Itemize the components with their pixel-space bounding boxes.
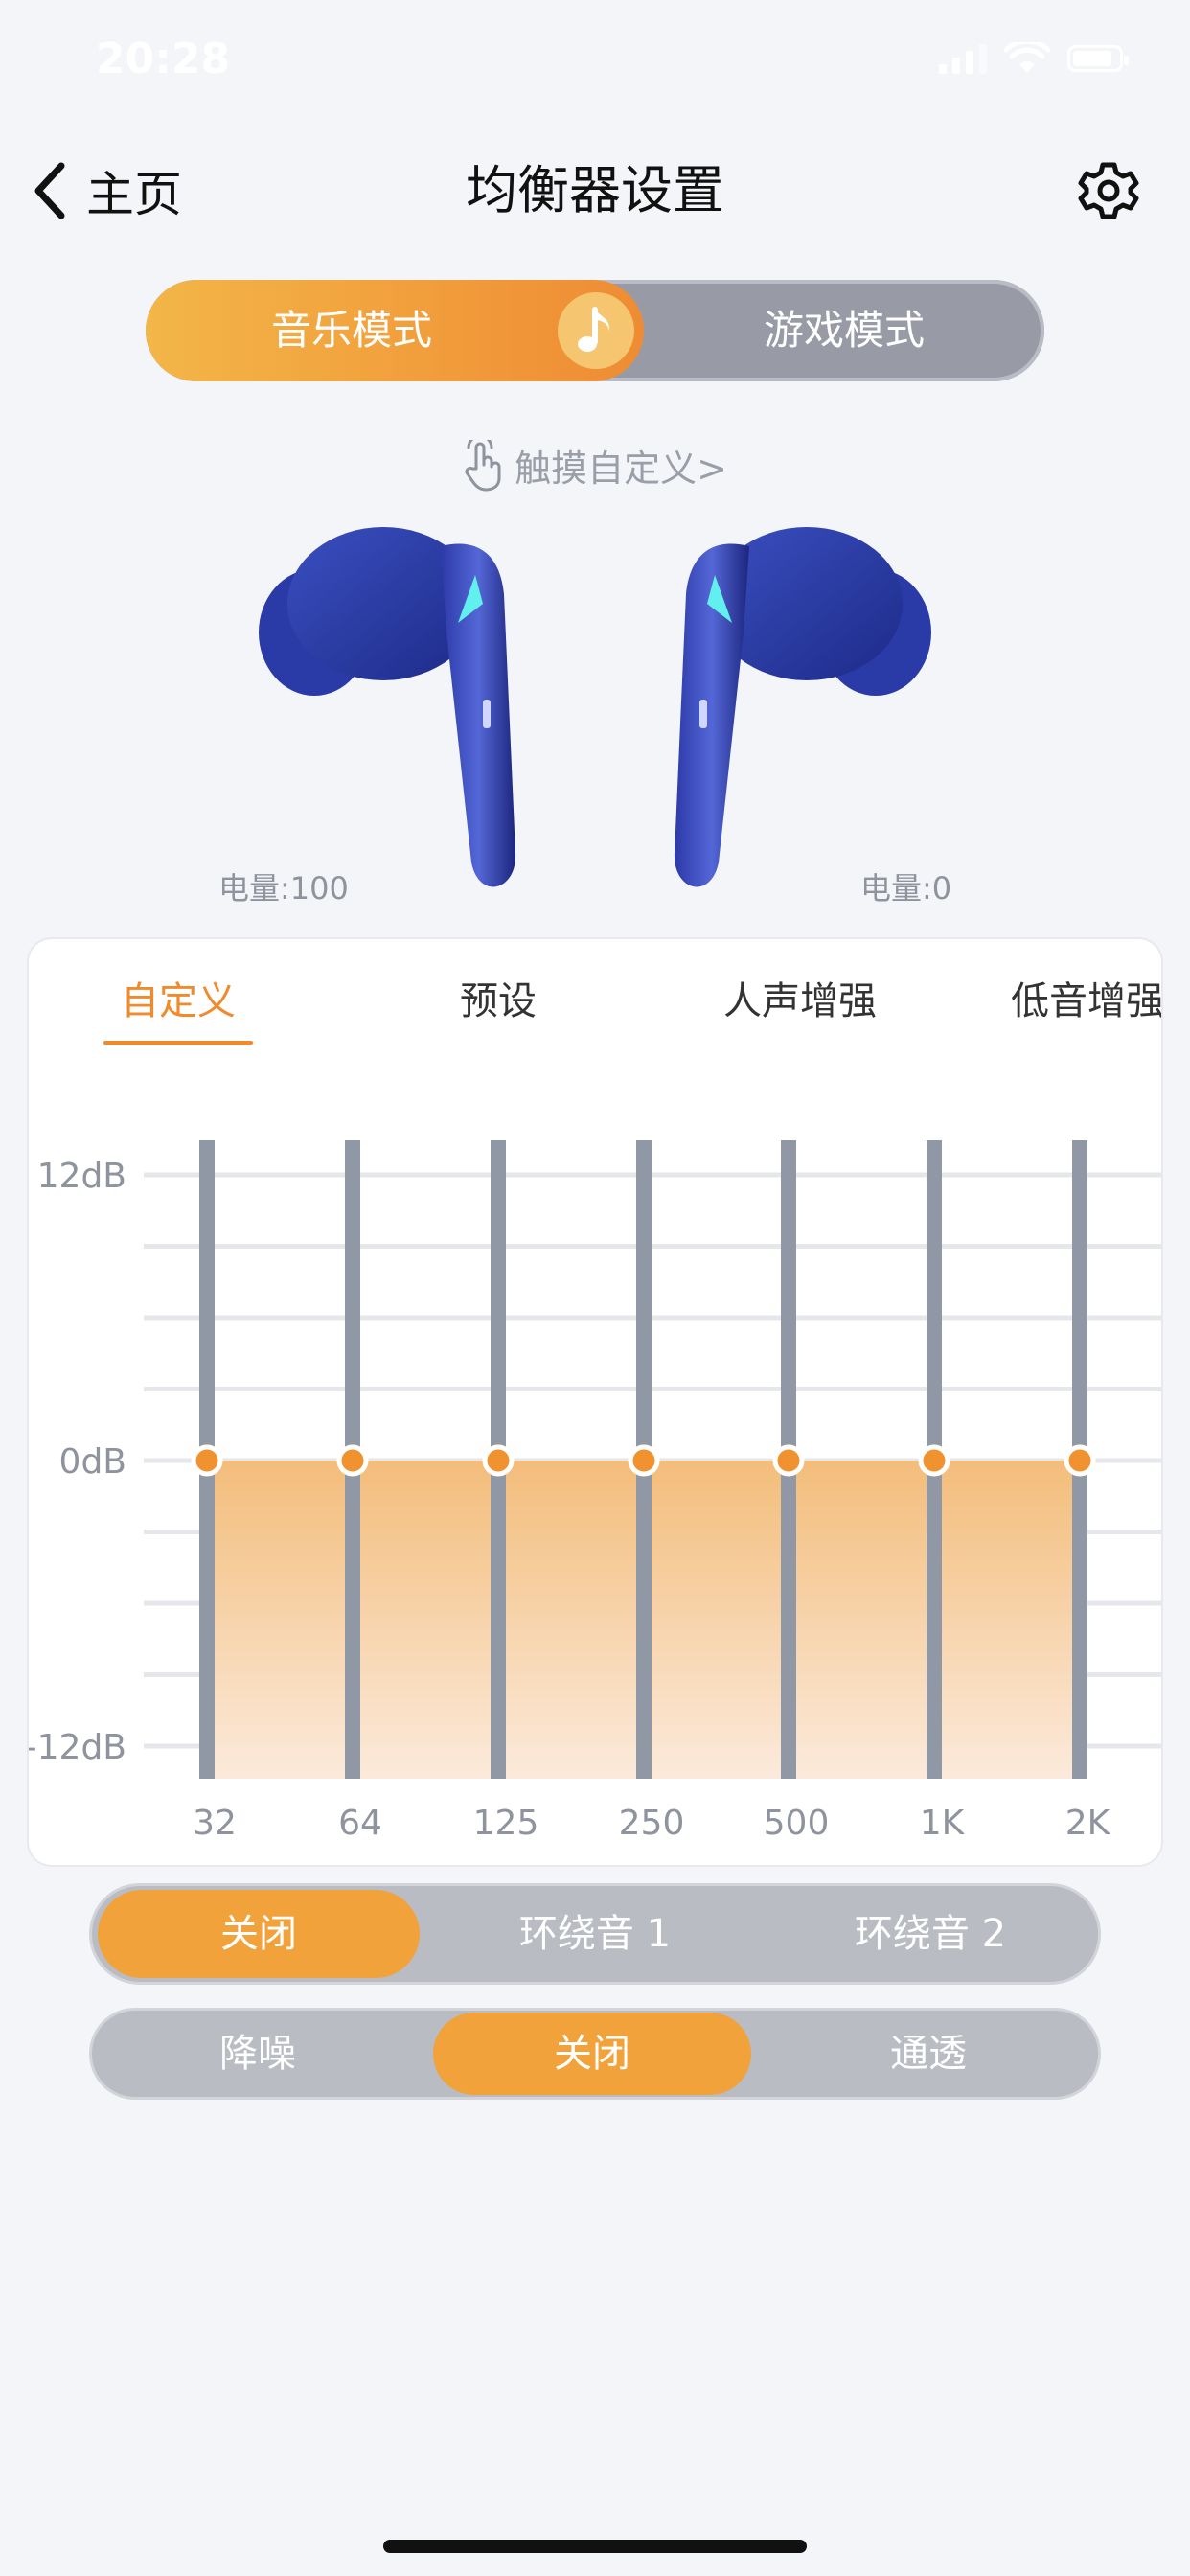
right-earbud bbox=[674, 527, 931, 887]
eq-handle-32 bbox=[191, 1444, 223, 1477]
music-note-icon bbox=[558, 292, 634, 369]
status-bar: 20:28 bbox=[0, 0, 1190, 126]
y-tick-label: 0dB bbox=[59, 1442, 126, 1482]
signal-icon bbox=[939, 43, 987, 74]
eq-card: 自定义 预设 人声增强 低音增强 12dB 0dB -12dB 32 64 125 250 5… bbox=[29, 939, 1161, 1865]
y-tick-label: 12dB bbox=[37, 1157, 126, 1196]
right-battery-label: 电量:0 bbox=[860, 870, 952, 907]
transparency-option[interactable]: 通透 bbox=[763, 2011, 1094, 2097]
surround-off-option[interactable]: 关闭 bbox=[92, 1886, 425, 1982]
surround-control: 关闭 环绕音 1 环绕音 2 bbox=[92, 1886, 1098, 1982]
noise-control: 降噪 关闭 通透 bbox=[92, 2011, 1098, 2097]
eq-handle-250 bbox=[628, 1444, 660, 1477]
left-earbud bbox=[259, 527, 516, 887]
touch-customize-label: 触摸自定义> bbox=[515, 448, 727, 490]
earbuds-image bbox=[259, 527, 931, 887]
noise-cancel-option[interactable]: 降噪 bbox=[92, 2011, 423, 2097]
eq-handle-1K bbox=[918, 1444, 950, 1477]
eq-handle-125 bbox=[482, 1444, 515, 1477]
status-time: 20:28 bbox=[96, 34, 231, 83]
x-tick-label: 64 bbox=[338, 1804, 382, 1843]
status-icons bbox=[939, 42, 1129, 75]
x-tick-label: 1K bbox=[920, 1804, 966, 1843]
x-tick-label: 250 bbox=[619, 1804, 685, 1843]
nav-bar: 主页 均衡器设置 bbox=[0, 144, 1190, 236]
left-battery-label: 电量:100 bbox=[218, 870, 349, 907]
battery-icon bbox=[1067, 45, 1129, 72]
game-mode-option[interactable]: 游戏模式 bbox=[644, 280, 1044, 381]
music-mode-option[interactable]: 音乐模式 bbox=[146, 280, 558, 381]
eq-handle-2K bbox=[1064, 1444, 1096, 1477]
eq-handle-500 bbox=[772, 1444, 805, 1477]
x-tick-label: 125 bbox=[473, 1804, 539, 1843]
surround-2-option[interactable]: 环绕音 2 bbox=[763, 1886, 1098, 1982]
page-title: 均衡器设置 bbox=[466, 160, 724, 220]
y-tick-label: -12dB bbox=[29, 1728, 126, 1767]
eq-chart: 12dB 0dB -12dB 32 64 125 250 500 1K 2K bbox=[29, 1140, 1161, 1843]
eq-handle-64 bbox=[336, 1444, 369, 1477]
x-tick-label: 2K bbox=[1065, 1804, 1111, 1843]
x-tick-label: 32 bbox=[193, 1804, 237, 1843]
wifi-icon bbox=[1004, 42, 1050, 73]
hand-pointer-icon bbox=[465, 439, 501, 491]
mode-toggle: 音乐模式 游戏模式 bbox=[146, 280, 1044, 381]
gear-icon[interactable] bbox=[1075, 157, 1142, 224]
surround-1-option[interactable]: 环绕音 1 bbox=[427, 1886, 763, 1982]
x-tick-label: 500 bbox=[764, 1804, 830, 1843]
noise-off-option[interactable]: 关闭 bbox=[427, 2011, 757, 2097]
touch-customize-link[interactable]: 触摸自定义> bbox=[0, 439, 1190, 492]
home-indicator bbox=[383, 2540, 807, 2553]
